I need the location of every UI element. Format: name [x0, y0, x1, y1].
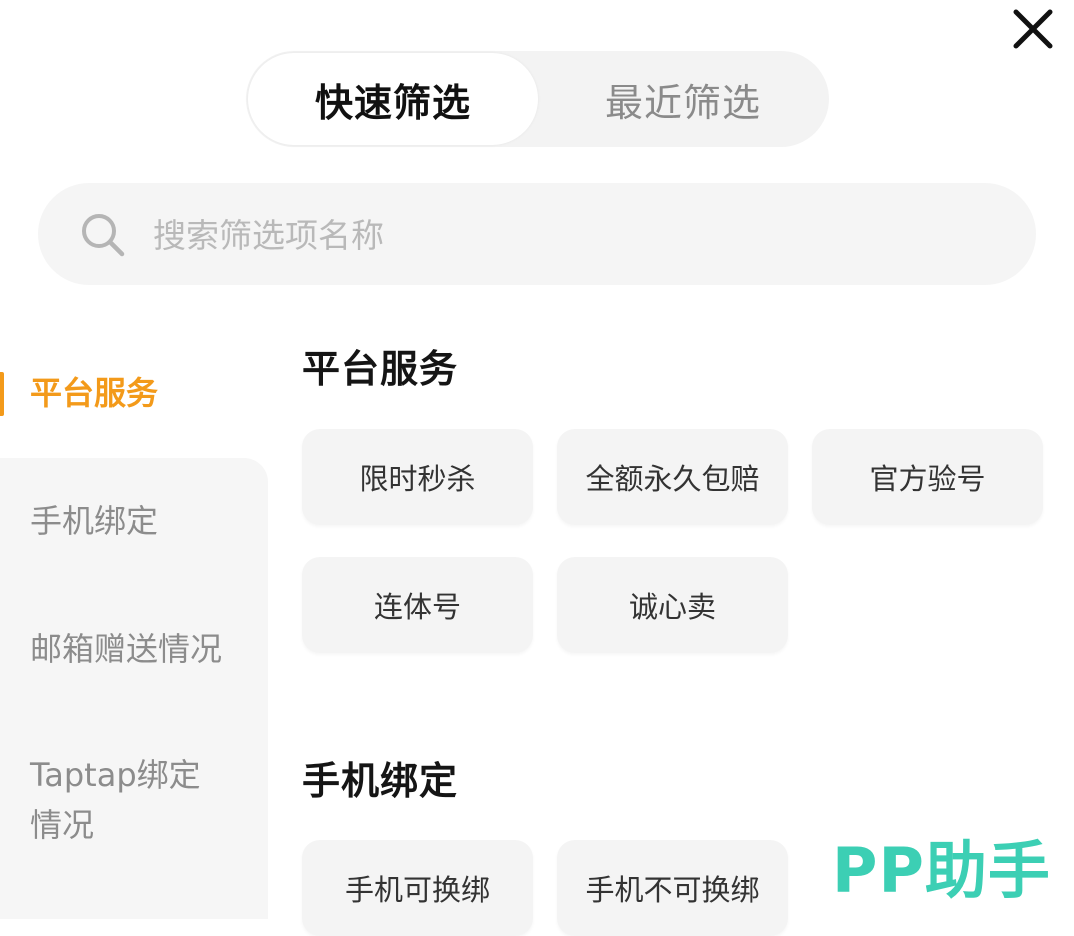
watermark-logo: PP助手	[832, 834, 1051, 907]
tab-quick-filter[interactable]: 快速筛选	[248, 53, 538, 145]
search-icon	[78, 210, 128, 260]
sidebar-item-label: Taptap绑定	[30, 756, 201, 794]
sidebar-item-platform-service[interactable]: 平台服务	[30, 368, 158, 418]
close-icon	[1013, 9, 1053, 49]
sidebar-item-label-line2: 情况	[30, 806, 95, 844]
close-button[interactable]	[1008, 4, 1058, 54]
section-title-platform-service: 平台服务	[302, 347, 459, 391]
sidebar-active-indicator	[0, 372, 4, 416]
chip-flash-sale[interactable]: 限时秒杀	[302, 429, 533, 525]
chip-phone-rebindable[interactable]: 手机可换绑	[302, 840, 533, 936]
chip-full-compensation[interactable]: 全额永久包赔	[557, 429, 788, 525]
sidebar-item-taptap-binding[interactable]: Taptap绑定 情况	[30, 750, 201, 850]
filter-mode-tabs: 快速筛选 最近筛选	[246, 51, 829, 147]
chip-linked-account[interactable]: 连体号	[302, 557, 533, 653]
search-input[interactable]	[153, 208, 993, 262]
sidebar-item-email-gift[interactable]: 邮箱赠送情况	[30, 624, 222, 674]
chip-official-verified[interactable]: 官方验号	[812, 429, 1043, 525]
chip-phone-not-rebindable[interactable]: 手机不可换绑	[557, 840, 788, 936]
tab-recent-filter[interactable]: 最近筛选	[538, 51, 828, 147]
sidebar-item-phone-binding[interactable]: 手机绑定	[30, 496, 158, 546]
section-title-phone-binding: 手机绑定	[302, 759, 459, 803]
chip-sincere-sale[interactable]: 诚心卖	[557, 557, 788, 653]
